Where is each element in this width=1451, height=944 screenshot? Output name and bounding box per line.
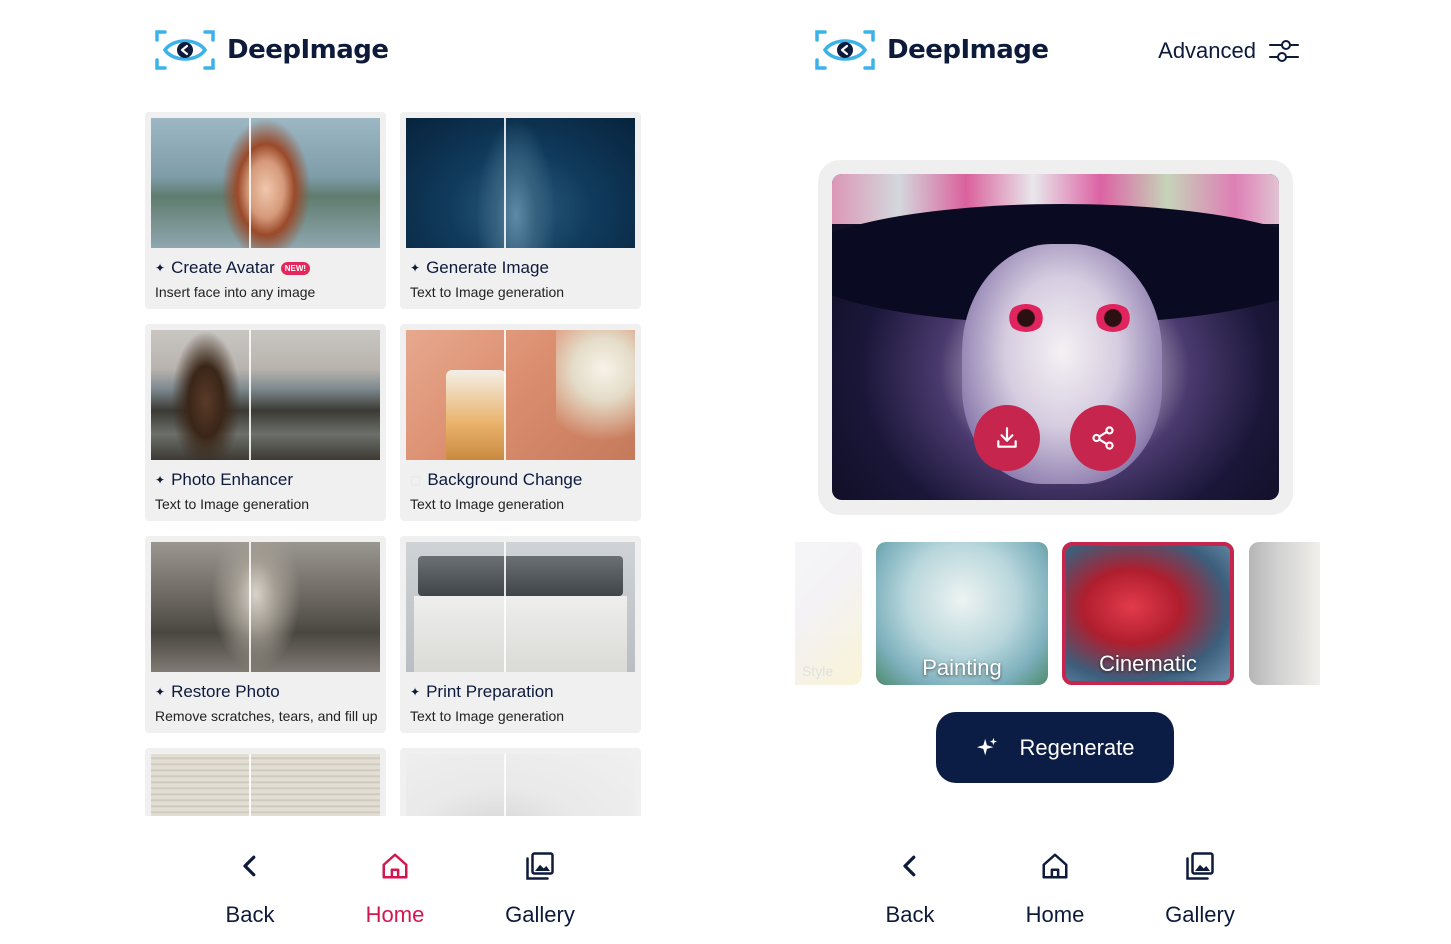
app-name: DeepImage xyxy=(887,35,1049,65)
result-image xyxy=(832,174,1279,500)
card-title: Photo Enhancer xyxy=(171,470,293,489)
style-label: Style xyxy=(802,663,834,679)
nav-back[interactable]: Back xyxy=(850,848,970,928)
sliders-icon xyxy=(1269,40,1299,62)
card-title: Background Change xyxy=(427,470,583,489)
advanced-settings-button[interactable]: Advanced xyxy=(1158,35,1300,67)
card-subtitle: Remove scratches, tears, and fill up xyxy=(155,708,378,724)
card-preview-image xyxy=(151,754,380,816)
feature-card-restore-photo[interactable]: ✦ Restore Photo Remove scratches, tears,… xyxy=(145,536,386,733)
result-screen: DeepImage Advanced Style Painting Cinema… xyxy=(790,0,1330,944)
feature-card-create-avatar[interactable]: ✦ Create Avatar NEW! Insert face into an… xyxy=(145,112,386,309)
advanced-label: Advanced xyxy=(1158,38,1256,63)
gallery-icon xyxy=(525,851,555,881)
nav-label: Gallery xyxy=(505,902,575,927)
style-label: Cinematic xyxy=(1099,651,1197,676)
card-preview-image xyxy=(406,754,635,816)
gallery-icon xyxy=(1185,851,1215,881)
nav-gallery[interactable]: Gallery xyxy=(1140,848,1260,928)
app-name: DeepImage xyxy=(227,35,389,65)
app-logo: DeepImage xyxy=(815,28,1049,72)
share-button[interactable] xyxy=(1070,405,1136,471)
download-button[interactable] xyxy=(974,405,1040,471)
feature-card-partial[interactable] xyxy=(145,748,386,816)
feature-card-generate-image[interactable]: ✦ Generate Image Text to Image generatio… xyxy=(400,112,641,309)
feature-grid: ✦ Create Avatar NEW! Insert face into an… xyxy=(145,112,645,816)
style-card-cinematic[interactable]: Cinematic xyxy=(1062,542,1234,685)
nav-home[interactable]: Home xyxy=(335,848,455,928)
style-label: Painting xyxy=(922,655,1002,680)
sparkle-icon: ✦ xyxy=(155,261,166,275)
card-subtitle: Text to Image generation xyxy=(410,496,565,512)
bottom-nav: Back Home Gallery xyxy=(140,848,650,938)
blank-icon: ▢ xyxy=(410,473,422,487)
feature-card-background-change[interactable]: ▢ Background Change Text to Image genera… xyxy=(400,324,641,521)
chevron-left-icon xyxy=(895,851,925,881)
feature-card-print-preparation[interactable]: ✦ Print Preparation Text to Image genera… xyxy=(400,536,641,733)
card-preview-image xyxy=(406,118,635,248)
card-preview-image xyxy=(406,542,635,672)
home-screen: DeepImage ✦ Create Avatar NEW! Insert fa… xyxy=(140,0,650,944)
home-icon xyxy=(380,851,410,881)
style-carousel: Style Painting Cinematic xyxy=(795,542,1320,685)
new-badge: NEW! xyxy=(280,261,311,275)
nav-home[interactable]: Home xyxy=(995,848,1115,928)
style-card-painting[interactable]: Painting xyxy=(876,542,1048,685)
bottom-nav: Back Home Gallery xyxy=(790,848,1330,938)
style-card[interactable] xyxy=(1249,542,1320,685)
download-icon xyxy=(997,427,1017,448)
card-title: Print Preparation xyxy=(426,682,554,701)
nav-label: Gallery xyxy=(1165,902,1235,927)
deepimage-logo-icon xyxy=(155,28,215,72)
style-card[interactable]: Style xyxy=(795,542,862,685)
nav-label: Back xyxy=(225,902,275,927)
card-title: Restore Photo xyxy=(171,682,280,701)
card-subtitle: Text to Image generation xyxy=(410,284,565,300)
card-preview-image xyxy=(406,330,635,460)
sparkle-icon: ✦ xyxy=(410,261,421,275)
result-preview xyxy=(818,160,1293,515)
card-subtitle: Text to Image generation xyxy=(155,496,310,512)
card-subtitle: Text to Image generation xyxy=(410,708,565,724)
card-subtitle: Insert face into any image xyxy=(155,284,316,300)
nav-label: Home xyxy=(365,902,425,927)
deepimage-logo-icon xyxy=(815,28,875,72)
feature-card-partial[interactable] xyxy=(400,748,641,816)
sparkle-icon: ✦ xyxy=(155,473,166,487)
share-icon xyxy=(1092,426,1114,450)
chevron-left-icon xyxy=(235,851,265,881)
nav-back[interactable]: Back xyxy=(190,848,310,928)
sparkle-icon xyxy=(976,737,997,755)
regenerate-label: Regenerate xyxy=(1019,734,1135,760)
nav-label: Home xyxy=(1025,902,1085,927)
sparkle-icon: ✦ xyxy=(410,685,421,699)
card-preview-image xyxy=(151,542,380,672)
card-preview-image xyxy=(151,118,380,248)
app-logo: DeepImage xyxy=(155,28,389,72)
regenerate-button[interactable]: Regenerate xyxy=(936,712,1174,783)
nav-label: Back xyxy=(885,902,935,927)
card-title: Generate Image xyxy=(426,258,549,277)
card-preview-image xyxy=(151,330,380,460)
feature-card-photo-enhancer[interactable]: ✦ Photo Enhancer Text to Image generatio… xyxy=(145,324,386,521)
nav-gallery[interactable]: Gallery xyxy=(480,848,600,928)
sparkle-icon: ✦ xyxy=(155,685,166,699)
home-icon xyxy=(1040,851,1070,881)
card-title: Create Avatar xyxy=(171,258,275,277)
